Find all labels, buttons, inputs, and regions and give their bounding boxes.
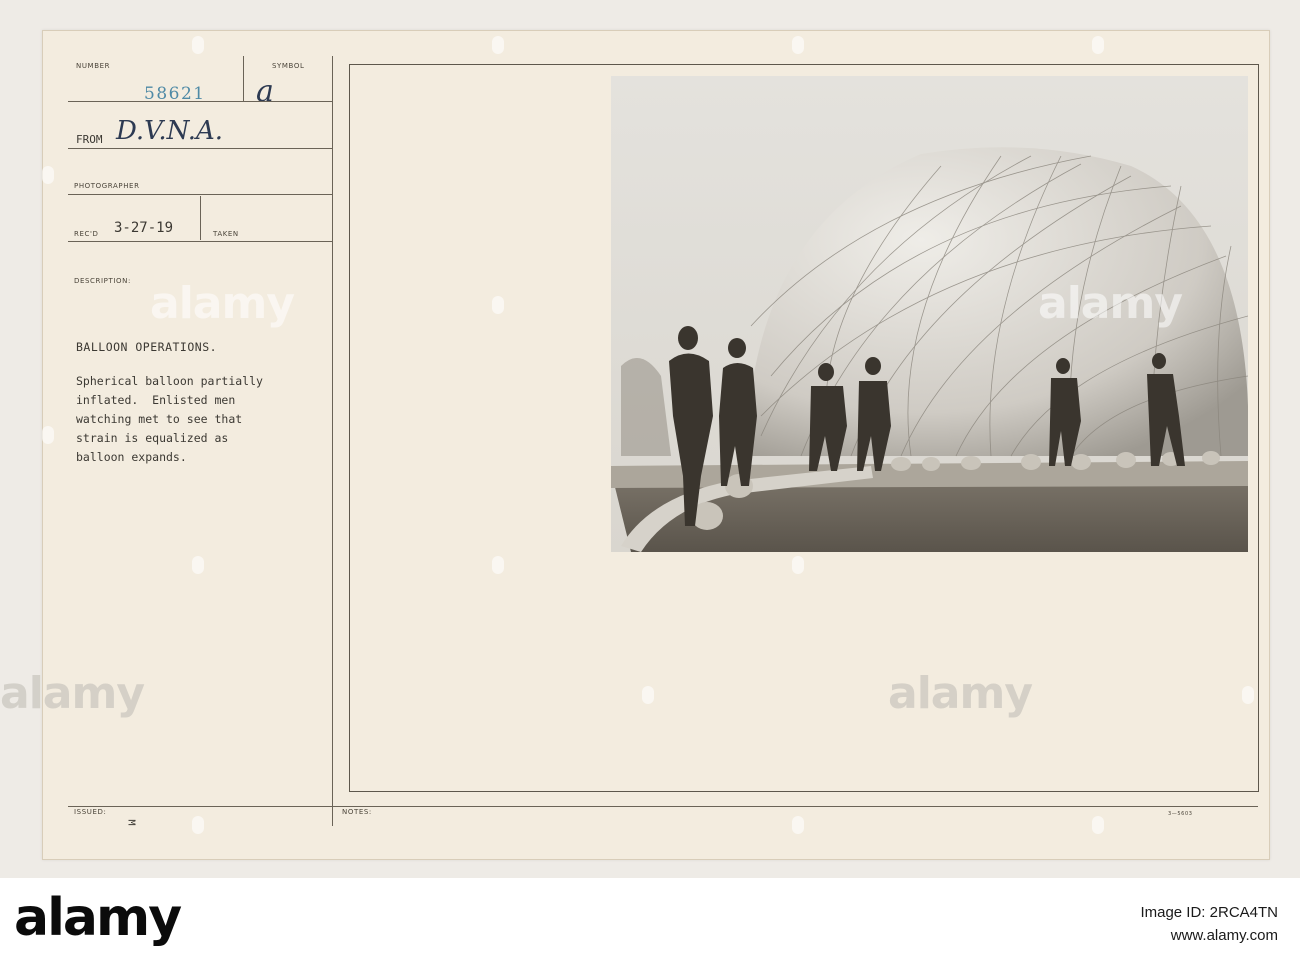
from-label: FROM [76, 133, 103, 146]
symbol-value: a [256, 74, 274, 109]
description-line-2: inflated. Enlisted men [76, 393, 236, 407]
image-id: Image ID: 2RCA4TN [1140, 904, 1278, 921]
description-line-5: balloon expands. [76, 450, 187, 464]
watermark-dot [492, 556, 504, 574]
watermark-dot [792, 816, 804, 834]
recd-rule [68, 241, 333, 242]
issued-mark: M [125, 819, 137, 826]
number-label: NUMBER [76, 62, 111, 70]
number-symbol-divider [243, 56, 244, 102]
number-rule [68, 101, 333, 102]
from-value: D.V.N.A. [116, 116, 224, 146]
site-url: www.alamy.com [1170, 927, 1278, 944]
description-line-1: Spherical balloon partially [76, 374, 263, 388]
notes-label: NOTES: [342, 808, 372, 816]
bottom-rule [68, 806, 1258, 807]
watermark-dot [792, 36, 804, 54]
watermark-dot [1092, 816, 1104, 834]
watermark-dot [42, 166, 54, 184]
description-line-4: strain is equalized as [76, 431, 229, 445]
watermark-center-top: alamy [150, 278, 295, 329]
watermark-right-mid: alamy [888, 668, 1033, 719]
watermark-dot [1242, 686, 1254, 704]
photographer-label: PHOTOGRAPHER [74, 182, 140, 190]
watermark-dot [492, 296, 504, 314]
footer-info: Image ID: 2RCA4TN www.alamy.com [1140, 904, 1278, 944]
form-code: 3—5603 [1168, 811, 1193, 817]
recd-taken-divider [200, 196, 201, 240]
left-column-divider [332, 56, 333, 826]
description-label: DESCRIPTION: [74, 277, 131, 285]
watermark-photo-right: alamy [1038, 278, 1183, 329]
watermark-dot [192, 816, 204, 834]
taken-label: TAKEN [213, 230, 239, 238]
recd-label: REC'D [74, 230, 99, 238]
watermark-dot [642, 686, 654, 704]
description-title: BALLOON OPERATIONS. [76, 340, 218, 354]
watermark-dot [792, 556, 804, 574]
description-line-3: watching met to see that [76, 412, 243, 426]
photographer-rule [68, 194, 333, 195]
symbol-label: SYMBOL [272, 62, 305, 70]
watermark-dot [42, 426, 54, 444]
watermark-dot [492, 36, 504, 54]
stock-footer [0, 878, 1300, 968]
watermark-left-mid: alamy [0, 668, 145, 719]
from-rule [68, 148, 333, 149]
watermark-dot [192, 36, 204, 54]
watermark-dot [192, 556, 204, 574]
watermark-dot [1092, 36, 1104, 54]
recd-value: 3-27-19 [114, 220, 174, 236]
issued-label: ISSUED: [74, 808, 107, 816]
alamy-logo: alamy [14, 888, 182, 948]
